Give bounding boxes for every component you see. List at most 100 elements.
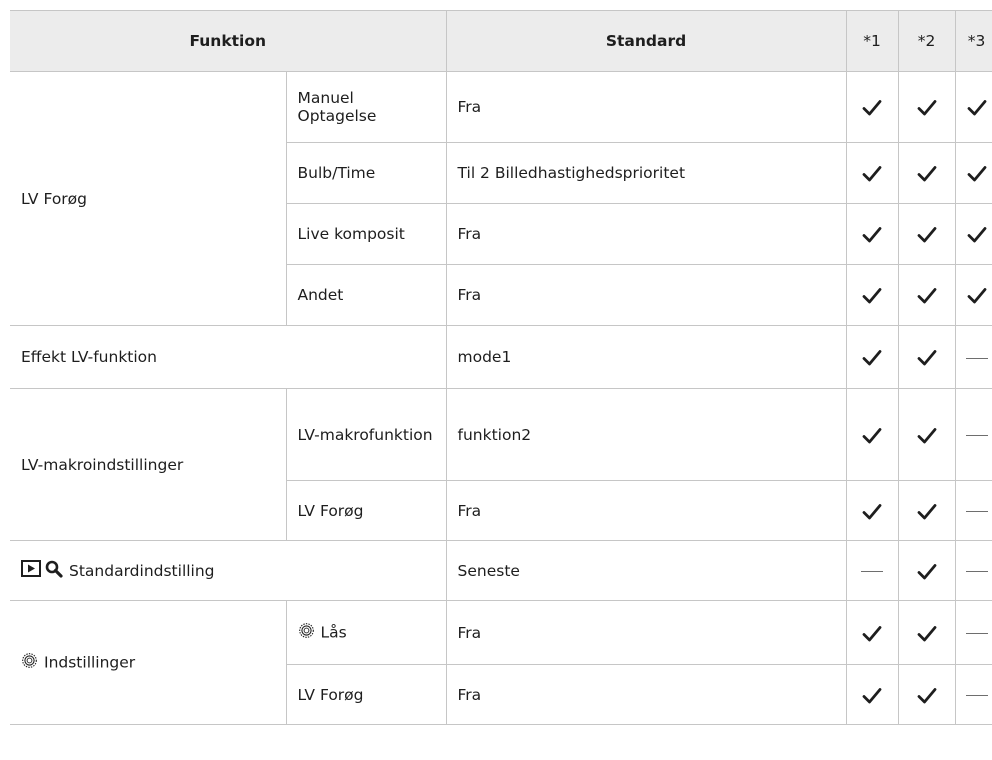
check-icon <box>967 288 986 304</box>
check-icon <box>967 227 986 243</box>
header-row: Funktion Standard *1 *2 *3 <box>10 10 992 72</box>
mark-cell <box>954 664 992 725</box>
sub-function-label-with-icon: Lås <box>285 600 447 665</box>
mark-cell <box>897 264 956 326</box>
mark-cell <box>954 203 992 265</box>
check-icon <box>917 625 936 641</box>
mark-cell <box>845 388 899 481</box>
dash-icon <box>965 435 988 436</box>
sub-function-label: Andet <box>285 264 447 326</box>
mark-cell <box>897 203 956 265</box>
header-col-3: *3 <box>954 10 992 72</box>
settings-table: Funktion Standard *1 *2 *3 LV Forøg Manu… <box>10 10 992 725</box>
header-col-1: *1 <box>845 10 899 72</box>
mark-cell <box>897 142 956 204</box>
check-icon <box>862 350 882 366</box>
mark-cell <box>845 203 899 265</box>
sub-function-label: LV-makrofunktion <box>285 388 447 481</box>
check-icon <box>917 227 936 243</box>
dial-icon <box>298 622 315 643</box>
dash-icon <box>965 633 988 634</box>
group-label: LV-makroindstillinger <box>10 388 287 541</box>
sub-function-label: Live komposit <box>285 203 447 265</box>
standard-value: Fra <box>445 664 847 725</box>
sub-function-label: Bulb/Time <box>285 142 447 204</box>
standard-value: Fra <box>445 264 847 326</box>
mark-cell <box>845 480 899 541</box>
check-icon <box>862 227 882 243</box>
group-label: Indstillinger <box>44 653 136 672</box>
mark-cell <box>954 71 992 143</box>
table-row: LV-makroindstillinger LV-makrofunktion f… <box>10 388 992 541</box>
dash-icon <box>965 511 988 512</box>
check-icon <box>862 687 882 703</box>
sub-function-label: LV Forøg <box>285 480 447 541</box>
mark-cell <box>897 325 956 389</box>
check-icon <box>967 100 986 116</box>
sub-function-label: Lås <box>320 623 347 642</box>
magnifier-icon <box>45 560 63 582</box>
function-label: Effekt LV-funktion <box>10 325 447 389</box>
check-icon <box>917 350 936 366</box>
mark-cell <box>897 480 956 541</box>
mark-cell <box>897 71 956 143</box>
mark-cell <box>845 540 899 601</box>
dash-icon <box>861 571 884 572</box>
mark-cell <box>845 664 899 725</box>
check-icon <box>917 563 936 579</box>
check-icon <box>967 166 986 182</box>
mark-cell <box>845 264 899 326</box>
mark-cell <box>954 600 992 665</box>
check-icon <box>917 687 936 703</box>
table-row: Standardindstilling Seneste <box>10 540 992 601</box>
play-icon <box>21 560 41 581</box>
dash-icon <box>965 571 988 572</box>
settings-table-wrapper: Funktion Standard *1 *2 *3 LV Forøg Manu… <box>10 10 992 725</box>
check-icon <box>862 625 882 641</box>
standard-value: Fra <box>445 71 847 143</box>
mark-cell <box>845 71 899 143</box>
sub-function-label: LV Forøg <box>285 664 447 725</box>
header-col-2: *2 <box>897 10 956 72</box>
table-row: LV Forøg Manuel Optagelse Fra <box>10 71 992 326</box>
standard-value: funktion2 <box>445 388 847 481</box>
mark-cell <box>954 142 992 204</box>
mark-cell <box>954 264 992 326</box>
table-row: Indstillinger Lås Fra <box>10 600 992 725</box>
mark-cell <box>954 480 992 541</box>
standard-value: Fra <box>445 480 847 541</box>
check-icon <box>917 166 936 182</box>
mark-cell <box>954 540 992 601</box>
dial-icon <box>21 652 38 673</box>
mark-cell <box>897 664 956 725</box>
check-icon <box>917 100 936 116</box>
group-label-with-icon: Indstillinger <box>10 600 287 725</box>
standard-value: Seneste <box>445 540 847 601</box>
group-label: LV Forøg <box>10 71 287 326</box>
check-icon <box>917 288 936 304</box>
mark-cell <box>845 600 899 665</box>
mark-cell <box>897 600 956 665</box>
dash-icon <box>965 695 988 696</box>
check-icon <box>862 503 882 519</box>
standard-value: Fra <box>445 600 847 665</box>
mark-cell <box>845 325 899 389</box>
mark-cell <box>954 325 992 389</box>
header-funktion: Funktion <box>10 10 447 72</box>
standard-value: mode1 <box>445 325 847 389</box>
check-icon <box>917 503 936 519</box>
mark-cell <box>897 388 956 481</box>
header-standard: Standard <box>445 10 847 72</box>
table-row: Effekt LV-funktion mode1 <box>10 325 992 389</box>
check-icon <box>917 427 936 443</box>
function-label: Standardindstilling <box>69 561 215 580</box>
mark-cell <box>897 540 956 601</box>
check-icon <box>862 100 882 116</box>
mark-cell <box>954 388 992 481</box>
function-label-with-icons: Standardindstilling <box>10 540 447 601</box>
sub-function-label: Manuel Optagelse <box>285 71 447 143</box>
mark-cell <box>845 142 899 204</box>
check-icon <box>862 166 882 182</box>
check-icon <box>862 288 882 304</box>
check-icon <box>862 427 882 443</box>
